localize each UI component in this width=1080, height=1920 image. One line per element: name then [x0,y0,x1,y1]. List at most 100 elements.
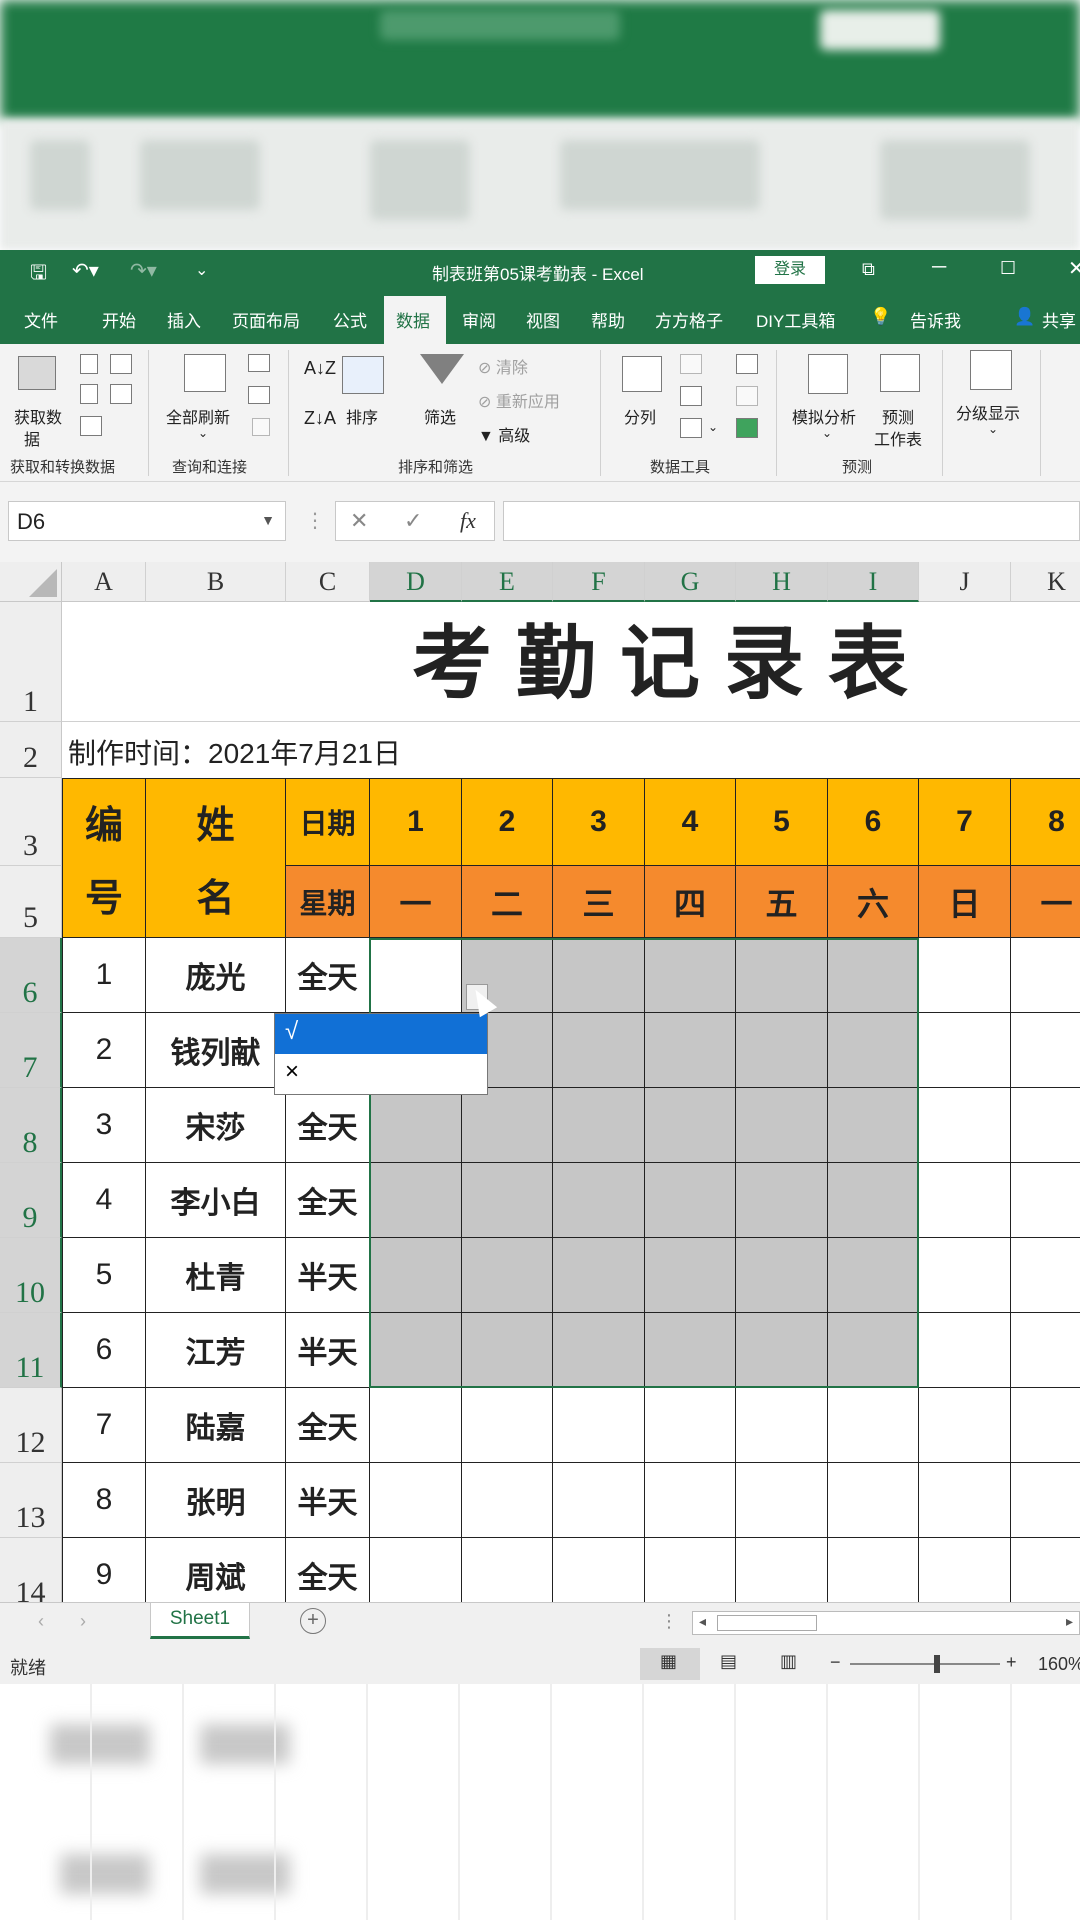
cell-day-6[interactable] [828,1388,919,1463]
cell-number[interactable]: 7 [62,1388,146,1463]
cell-day-3[interactable] [553,1313,645,1388]
header-day-5[interactable]: 5 [736,778,828,866]
zoom-slider[interactable] [850,1663,1000,1665]
select-all-button[interactable] [0,562,62,602]
tab-data[interactable]: 数据 [384,296,446,344]
column-header-d[interactable]: D [370,562,462,602]
header-weekday-6[interactable]: 六 [828,866,919,938]
data-validation-dropdown-icon[interactable]: ⌄ [708,420,718,434]
clear-button[interactable]: ⊘ 清除 [478,354,528,378]
cell-day-3[interactable] [553,1463,645,1538]
cell-attendance-type[interactable]: 全天 [286,1163,370,1238]
row-header-9[interactable]: 9 [0,1163,62,1238]
row-header-10[interactable]: 10 [0,1238,62,1313]
cell-day-4[interactable] [645,1013,736,1088]
column-header-a[interactable]: A [62,562,146,602]
cell-attendance-type[interactable]: 全天 [286,1538,370,1602]
row-header-2[interactable]: 2 [0,722,62,778]
row-header-8[interactable]: 8 [0,1088,62,1163]
tab-file[interactable]: 文件 [24,307,58,332]
cell-day-8[interactable] [1011,1238,1080,1313]
header-day-7[interactable]: 7 [919,778,1011,866]
sort-az-icon[interactable]: A↓Z [304,358,336,379]
cell-number[interactable]: 2 [62,1013,146,1088]
refresh-all-button[interactable]: 全部刷新 [166,404,230,428]
worksheet-grid[interactable]: A B C D E F G H I J K 1 2 3 5 6 7 8 9 10… [0,562,1080,1602]
enter-formula-button[interactable]: ✓ [404,508,422,534]
tab-help[interactable]: 帮助 [591,307,625,332]
what-if-analysis-button[interactable]: 模拟分析 [792,404,856,428]
cell-day-8[interactable] [1011,1538,1080,1602]
cell-day-1[interactable] [370,1163,462,1238]
normal-view-button[interactable]: ▦ [640,1648,700,1680]
cell-day-3[interactable] [553,1088,645,1163]
cell-day-2[interactable] [462,1388,553,1463]
cell-attendance-type[interactable]: 全天 [286,1088,370,1163]
cell-day-6[interactable] [828,1238,919,1313]
row-header-3[interactable]: 3 [0,778,62,866]
cell-day-4[interactable] [645,1088,736,1163]
filter-button[interactable]: 筛选 [424,404,456,428]
share-button[interactable]: 共享 [1042,307,1076,332]
row-header-5[interactable]: 5 [0,866,62,938]
cell-name[interactable]: 钱列献 [146,1013,286,1088]
cell-day-4[interactable] [645,1238,736,1313]
scroll-right-icon[interactable]: ▸ [1066,1613,1073,1630]
header-day-8[interactable]: 8 [1011,778,1080,866]
cell-day-1[interactable] [370,1388,462,1463]
cell-day-3[interactable] [553,1388,645,1463]
cell-name[interactable]: 陆嘉 [146,1388,286,1463]
tab-formulas[interactable]: 公式 [333,307,367,332]
cell-day-5[interactable] [736,1088,828,1163]
cell-day-5[interactable] [736,1163,828,1238]
dropdown-option-check[interactable]: √ [275,1014,487,1054]
cell-day-6[interactable] [828,1013,919,1088]
header-weekday-3[interactable]: 三 [553,866,645,938]
cell-attendance-type[interactable]: 半天 [286,1313,370,1388]
relationships-icon[interactable] [736,386,758,406]
cell-day-2[interactable] [462,1163,553,1238]
cell-day-8[interactable] [1011,1088,1080,1163]
cell-day-7[interactable] [919,1013,1011,1088]
tab-ffgz[interactable]: 方方格子 [655,307,723,332]
from-web-icon[interactable] [80,384,98,404]
tab-page-layout[interactable]: 页面布局 [232,307,300,332]
maximize-button[interactable]: ☐ [1000,258,1016,279]
cell-day-6[interactable] [828,938,919,1013]
row-header-14[interactable]: 14 [0,1538,62,1602]
page-layout-view-icon[interactable]: ▤ [720,1651,737,1672]
cell-day-6[interactable] [828,1463,919,1538]
cell-day-3[interactable] [553,938,645,1013]
cell-day-1[interactable] [370,1238,462,1313]
add-sheet-button[interactable]: + [300,1608,326,1634]
cell-day-1[interactable] [370,1538,462,1602]
cell-day-7[interactable] [919,1313,1011,1388]
header-date[interactable]: 日期 [286,778,370,866]
header-day-4[interactable]: 4 [645,778,736,866]
cell-day-1[interactable] [370,1313,462,1388]
edit-links-icon[interactable] [252,418,270,436]
header-weekday-2[interactable]: 二 [462,866,553,938]
cell-day-3[interactable] [553,1013,645,1088]
header-number[interactable]: 编号 [62,778,146,938]
formula-input[interactable] [503,501,1080,541]
cell-day-5[interactable] [736,1538,828,1602]
cell-day-3[interactable] [553,1238,645,1313]
cell-number[interactable]: 6 [62,1313,146,1388]
cell-day-8[interactable] [1011,938,1080,1013]
cell-day-8[interactable] [1011,1163,1080,1238]
cell-day-2[interactable] [462,1463,553,1538]
cell-day-2[interactable] [462,1238,553,1313]
tell-me-search[interactable]: 告诉我 [910,307,961,332]
cell-day-6[interactable] [828,1313,919,1388]
outline-button[interactable]: 分级显示 [956,400,1020,424]
text-csv-icon[interactable] [80,354,98,374]
advanced-button[interactable]: ▼ 高级 [478,422,530,446]
properties-icon[interactable] [248,386,270,404]
cell-attendance-type[interactable]: 全天 [286,938,370,1013]
dropdown-option-cross[interactable]: × [275,1054,487,1094]
column-header-b[interactable]: B [146,562,286,602]
login-button[interactable]: 登录 [755,256,825,284]
cell-attendance-type[interactable]: 半天 [286,1463,370,1538]
cell-day-5[interactable] [736,1463,828,1538]
